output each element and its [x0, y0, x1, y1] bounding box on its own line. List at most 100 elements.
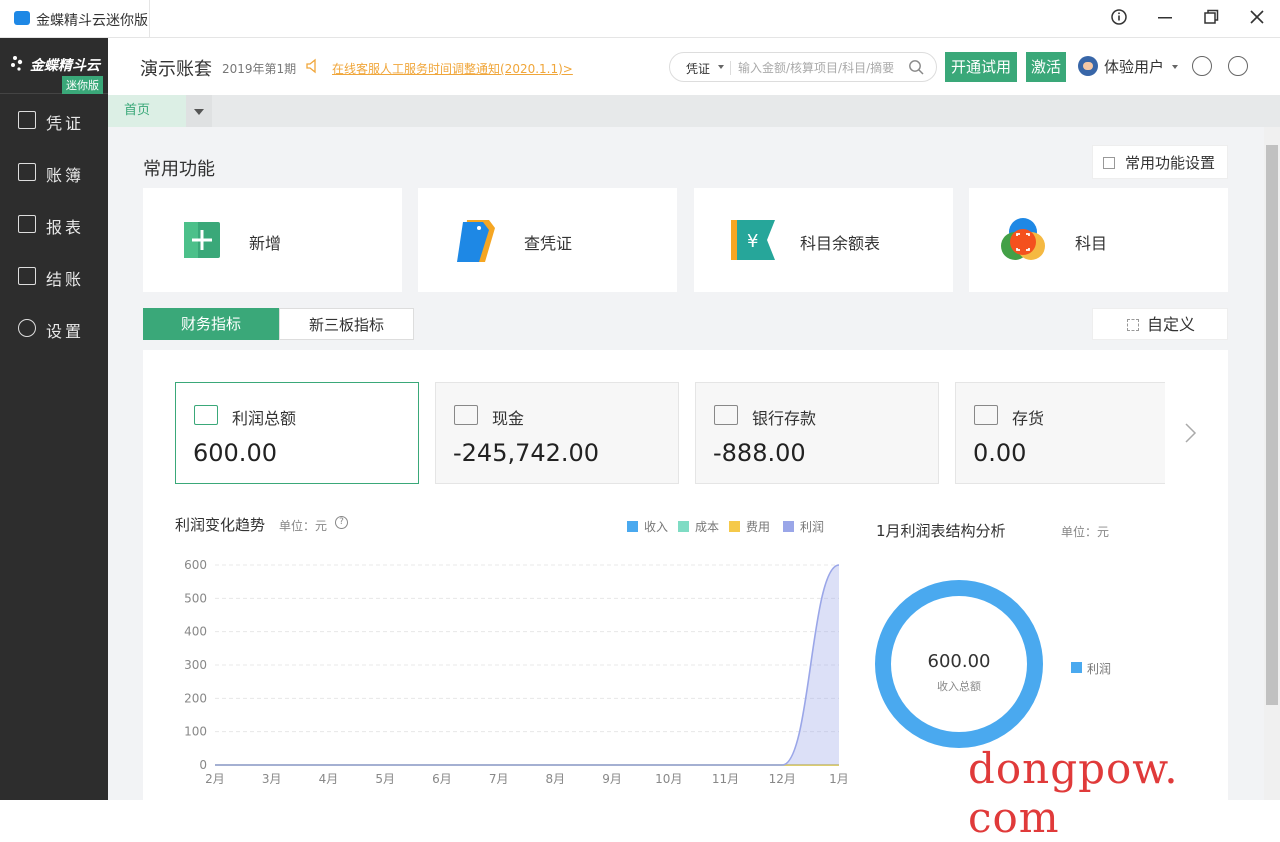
- pie-chart-title: 1月利润表结构分析: [876, 522, 1006, 540]
- tab-financial-indicators[interactable]: 财务指标: [143, 308, 279, 340]
- x-tick-label: 11月: [712, 772, 739, 786]
- brand-name: 金蝶精斗云: [30, 58, 100, 74]
- main-content: 常用功能 常用功能设置 新增 查凭证 ¥ 科目余额表 科目 财务指标 新三板指标…: [108, 127, 1280, 800]
- help-circle-icon[interactable]: [1228, 56, 1248, 76]
- sidebar-item-voucher[interactable]: 凭证: [0, 101, 108, 141]
- y-tick-label: 600: [184, 558, 207, 572]
- common-functions-settings-button[interactable]: 常用功能设置: [1092, 145, 1228, 179]
- settings-button-label: 常用功能设置: [1125, 154, 1216, 172]
- function-card-add[interactable]: 新增: [143, 188, 402, 292]
- svg-text:¥: ¥: [747, 231, 758, 252]
- app-tab[interactable]: 金蝶精斗云迷你版: [0, 0, 150, 38]
- avatar[interactable]: [1078, 56, 1098, 76]
- sidebar-item-reports[interactable]: 报表: [0, 205, 108, 245]
- metric-card-profit[interactable]: 利润总额 600.00: [175, 382, 419, 484]
- restore-icon[interactable]: [1200, 8, 1222, 30]
- sidebar-item-label: 设置: [46, 322, 85, 341]
- pie-legend-profit[interactable]: 利润: [1071, 660, 1111, 677]
- trend-chart-title: 利润变化趋势: [175, 516, 266, 534]
- add-icon: [184, 222, 220, 258]
- metric-value: -245,742.00: [453, 439, 600, 467]
- x-tick-label: 7月: [489, 772, 509, 786]
- legend-profit[interactable]: 利润: [783, 518, 824, 535]
- accounting-period: 2019年第1期: [222, 62, 297, 76]
- sidebar-item-settings[interactable]: 设置: [0, 309, 108, 349]
- search-type-select[interactable]: 凭证: [686, 60, 710, 77]
- sidebar: 金蝶精斗云 迷你版 凭证 账簿 报表 结账 设置: [0, 38, 108, 800]
- sidebar-item-label: 报表: [46, 218, 85, 237]
- speaker-icon: [306, 58, 320, 74]
- info-icon[interactable]: [1108, 8, 1130, 30]
- ledger-icon: [18, 163, 36, 181]
- function-label: 科目: [1075, 234, 1108, 253]
- x-tick-label: 10月: [655, 772, 682, 786]
- x-tick-label: 2月: [205, 772, 225, 786]
- pie-center-value: 600.00: [927, 651, 991, 672]
- edition-badge: 迷你版: [62, 76, 103, 94]
- x-tick-label: 4月: [319, 772, 339, 786]
- function-card-find-voucher[interactable]: 查凭证: [418, 188, 677, 292]
- voucher-icon: [18, 111, 36, 129]
- search-input[interactable]: [738, 58, 906, 78]
- brand-logo-icon: [11, 56, 23, 71]
- sidebar-item-ledger[interactable]: 账簿: [0, 153, 108, 193]
- question-icon[interactable]: ?: [335, 516, 348, 529]
- metric-label: 存货: [1012, 409, 1045, 428]
- legend-label: 利润: [1087, 662, 1112, 676]
- watermark: dongpow. com: [968, 744, 1179, 842]
- metric-card-bank[interactable]: 银行存款 -888.00: [695, 382, 939, 484]
- metric-label: 现金: [492, 409, 525, 428]
- legend-income[interactable]: 收入: [627, 518, 668, 535]
- legend-label: 利润: [800, 520, 825, 534]
- y-tick-label: 200: [184, 691, 207, 705]
- user-menu[interactable]: 体验用户: [1104, 56, 1164, 77]
- cash-icon: [454, 405, 478, 425]
- app-title: 金蝶精斗云迷你版: [36, 13, 148, 29]
- tab-home[interactable]: 首页: [108, 95, 186, 127]
- legend-cost[interactable]: 成本: [678, 518, 719, 535]
- sidebar-item-label: 凭证: [46, 114, 85, 133]
- function-card-balance-sheet[interactable]: ¥ 科目余额表: [694, 188, 953, 292]
- legend-swatch: [729, 521, 740, 532]
- metric-card-cash[interactable]: 现金 -245,742.00: [435, 382, 679, 484]
- legend-swatch: [627, 521, 638, 532]
- minimize-icon[interactable]: [1154, 8, 1176, 30]
- tab-strip: 首页: [108, 95, 1280, 127]
- pie-center-label: 收入总额: [937, 680, 981, 693]
- chevron-down-icon: [718, 65, 724, 69]
- search-icon[interactable]: [908, 59, 924, 75]
- notice-link[interactable]: 在线客服人工服务时间调整通知(2020.1.1)>: [332, 60, 573, 77]
- profit-trend-chart: 0 100 200 300 400 500 600 2月 3月 4月 5月 6月 7月 8月 9月 10月 11…: [184, 558, 849, 786]
- metric-value: 0.00: [973, 439, 1027, 467]
- legend-label: 收入: [644, 520, 669, 534]
- tab-dropdown-icon[interactable]: [186, 95, 212, 127]
- function-card-account-subject[interactable]: 科目: [969, 188, 1228, 292]
- account-title[interactable]: 演示账套: [140, 55, 212, 81]
- metric-card-inventory[interactable]: 存货 0.00: [955, 382, 1165, 484]
- trial-button[interactable]: 开通试用: [945, 52, 1017, 82]
- tab-neeq-indicators[interactable]: 新三板指标: [279, 308, 414, 340]
- divider: [730, 61, 731, 75]
- vertical-scrollbar[interactable]: [1264, 127, 1280, 800]
- profit-icon: [194, 405, 218, 425]
- section-title: 常用功能: [143, 159, 215, 180]
- clock-icon[interactable]: [1192, 56, 1212, 76]
- function-label: 查凭证: [524, 234, 573, 253]
- account-subject-icon: [1001, 218, 1045, 260]
- x-tick-label: 9月: [602, 772, 622, 786]
- metric-label: 利润总额: [232, 409, 297, 428]
- sidebar-item-close-account[interactable]: 结账: [0, 257, 108, 297]
- y-tick-label: 300: [184, 658, 207, 672]
- x-tick-label: 5月: [375, 772, 395, 786]
- scrollbar-thumb[interactable]: [1266, 145, 1278, 705]
- grid-icon: [1127, 319, 1139, 331]
- legend-swatch: [678, 521, 689, 532]
- customize-button[interactable]: 自定义: [1092, 308, 1228, 340]
- close-icon[interactable]: [1246, 8, 1268, 30]
- activate-button[interactable]: 激活: [1026, 52, 1066, 82]
- legend-expense[interactable]: 费用: [729, 518, 770, 535]
- legend-swatch: [783, 521, 794, 532]
- header: 演示账套 2019年第1期 在线客服人工服务时间调整通知(2020.1.1)> …: [108, 38, 1280, 95]
- chevron-right-icon[interactable]: [1183, 422, 1197, 444]
- report-icon: [18, 215, 36, 233]
